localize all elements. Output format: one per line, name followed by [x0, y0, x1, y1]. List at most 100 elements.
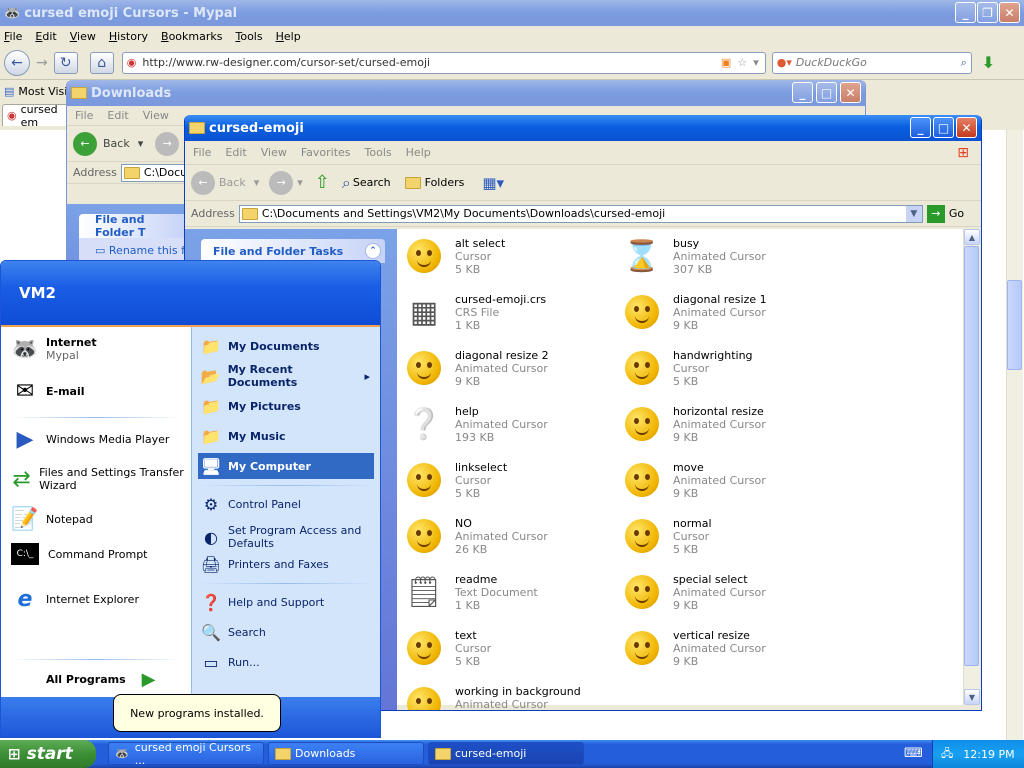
rss-icon[interactable]: ▣ [721, 56, 731, 69]
forward-icon[interactable]: → [269, 170, 294, 195]
notification-balloon[interactable]: New programs installed. [113, 694, 281, 732]
file-item[interactable]: NO Animated Cursor 26 KB [403, 511, 613, 563]
menu-file[interactable]: File [75, 109, 93, 122]
control-panel[interactable]: ⚙ Control Panel [198, 491, 374, 517]
file-item[interactable]: text Cursor 5 KB [403, 623, 613, 675]
menu-help[interactable]: Help [276, 30, 301, 43]
minimize-button[interactable]: _ [792, 82, 813, 103]
dropdown-icon[interactable]: ▾ [254, 176, 260, 189]
dropdown-icon[interactable]: ▾ [297, 176, 303, 189]
maximize-button[interactable]: □ [816, 82, 837, 103]
search-button[interactable]: Search [353, 176, 391, 189]
file-item[interactable]: alt select Cursor 5 KB [403, 231, 613, 283]
pinned-email[interactable]: ✉ E-mail [9, 375, 85, 407]
download-icon[interactable]: ⬇ [982, 53, 995, 72]
start-button[interactable]: ⊞ start [0, 740, 96, 768]
go-icon[interactable]: → [926, 204, 945, 223]
maximize-button[interactable]: □ [933, 117, 954, 138]
menu-file[interactable]: File [193, 146, 211, 159]
my-documents[interactable]: 📁 My Documents [198, 333, 374, 359]
search-box[interactable]: ●▾ DuckDuckGo ⌕ [771, 51, 972, 74]
dropdown-icon[interactable]: ▾ [138, 137, 144, 150]
home-icon[interactable]: ⌂ [89, 51, 114, 74]
menu-history[interactable]: History [109, 30, 148, 43]
reload-icon[interactable]: ↻ [53, 51, 78, 74]
recent-command-prompt[interactable]: C:\_ Command Prompt [9, 543, 148, 565]
file-item[interactable]: horizontal resize Animated Cursor 9 KB [621, 399, 831, 451]
menu-view[interactable]: View [261, 146, 287, 159]
recent-transfer-wizard[interactable]: ⇄ Files and Settings Transfer Wizard [9, 463, 185, 495]
forward-icon[interactable]: → [155, 131, 180, 156]
address-input[interactable]: C:\Documents and Settings\VM2\My Documen… [238, 204, 923, 223]
back-icon[interactable]: ← [73, 131, 97, 156]
up-folder-icon[interactable]: ⇧ [315, 172, 330, 193]
network-icon[interactable]: 🖧 [941, 745, 953, 764]
collapse-icon[interactable]: ⌃ [365, 243, 381, 259]
printers-faxes[interactable]: 🖨 Printers and Faxes [198, 551, 374, 577]
task-header[interactable]: File and Folder T [79, 213, 187, 239]
menu-tools[interactable]: Tools [235, 30, 262, 43]
menu-edit[interactable]: Edit [35, 30, 56, 43]
dropdown-icon[interactable]: ▼ [905, 205, 922, 222]
bookmark-most-visited[interactable]: Most Visi [18, 85, 67, 98]
file-item[interactable]: ❔ help Animated Cursor 193 KB [403, 399, 613, 451]
taskbar-item-downloads[interactable]: Downloads [268, 742, 424, 765]
scroll-thumb[interactable] [964, 246, 979, 666]
go-button[interactable]: Go [949, 207, 964, 220]
search-icon[interactable]: ⌕ [961, 56, 967, 70]
file-item[interactable]: handwrighting Cursor 5 KB [621, 343, 831, 395]
menu-favorites[interactable]: Favorites [301, 146, 351, 159]
file-item[interactable]: move Animated Cursor 9 KB [621, 455, 831, 507]
file-item[interactable]: ▦ cursed-emoji.crs CRS File 1 KB [403, 287, 613, 339]
recent-internet-explorer[interactable]: e Internet Explorer [9, 583, 139, 615]
dropdown-icon[interactable]: ▾ [753, 56, 759, 69]
recent-media-player[interactable]: ▶ Windows Media Player [9, 423, 170, 455]
file-item[interactable]: 🗒 readme Text Document 1 KB [403, 567, 613, 619]
browser-scrollbar[interactable] [1006, 130, 1023, 740]
minimize-button[interactable]: _ [955, 2, 976, 23]
file-item[interactable]: diagonal resize 2 Animated Cursor 9 KB [403, 343, 613, 395]
file-item[interactable]: vertical resize Animated Cursor 9 KB [621, 623, 831, 675]
clock[interactable]: 12:19 PM [963, 748, 1014, 761]
scroll-up-icon[interactable]: ▲ [964, 229, 980, 245]
explorer-titlebar[interactable]: cursed-emoji _ □ ✕ [185, 115, 981, 141]
menu-edit[interactable]: Edit [107, 109, 128, 122]
file-item[interactable]: normal Cursor 5 KB [621, 511, 831, 563]
help-support[interactable]: ❓ Help and Support [198, 589, 374, 615]
explorer-scrollbar[interactable]: ▲ ▼ [963, 229, 980, 705]
all-programs[interactable]: All Programs ▶ [46, 669, 156, 690]
browser-titlebar[interactable]: 🦝 cursed emoji Cursors - Mypal _ ❐ ✕ [0, 0, 1024, 26]
menu-bookmarks[interactable]: Bookmarks [161, 30, 222, 43]
scroll-thumb[interactable] [1007, 280, 1022, 370]
back-icon[interactable]: ← [4, 49, 30, 76]
file-item[interactable]: working in background Animated Cursor [403, 679, 613, 710]
search[interactable]: 🔍 Search [198, 619, 374, 645]
back-icon[interactable]: ← [191, 170, 215, 195]
program-access[interactable]: ◐ Set Program Access and Defaults [198, 521, 374, 553]
taskbar-item-browser[interactable]: 🦝 cursed emoji Cursors ... [108, 741, 264, 767]
star-icon[interactable]: ☆ [737, 56, 747, 69]
menu-file[interactable]: File [4, 30, 22, 43]
folders-button[interactable]: Folders [425, 176, 465, 189]
file-item[interactable]: ⌛ busy Animated Cursor 307 KB [621, 231, 831, 283]
my-pictures[interactable]: 📁 My Pictures [198, 393, 374, 419]
run[interactable]: ▭ Run... [198, 649, 374, 675]
pinned-internet[interactable]: 🦝 Internet Mypal [9, 333, 96, 365]
my-computer[interactable]: 🖥 My Computer [198, 453, 374, 479]
views-icon[interactable]: ▦▾ [482, 174, 504, 192]
scroll-down-icon[interactable]: ▼ [964, 689, 980, 705]
keyboard-icon[interactable]: ⌨ [904, 746, 923, 761]
my-music[interactable]: 📁 My Music [198, 423, 374, 449]
file-item[interactable]: special select Animated Cursor 9 KB [621, 567, 831, 619]
menu-tools[interactable]: Tools [365, 146, 392, 159]
restore-button[interactable]: ❐ [977, 2, 998, 23]
back-button[interactable]: Back [103, 137, 130, 150]
close-button[interactable]: ✕ [956, 117, 977, 138]
menu-view[interactable]: View [70, 30, 96, 43]
menu-help[interactable]: Help [406, 146, 431, 159]
downloads-titlebar[interactable]: Downloads _ □ ✕ [67, 80, 865, 106]
file-item[interactable]: linkselect Cursor 5 KB [403, 455, 613, 507]
menu-edit[interactable]: Edit [225, 146, 246, 159]
recent-notepad[interactable]: 📝 Notepad [9, 503, 92, 535]
taskbar-item-cursed-emoji[interactable]: cursed-emoji [428, 742, 584, 765]
